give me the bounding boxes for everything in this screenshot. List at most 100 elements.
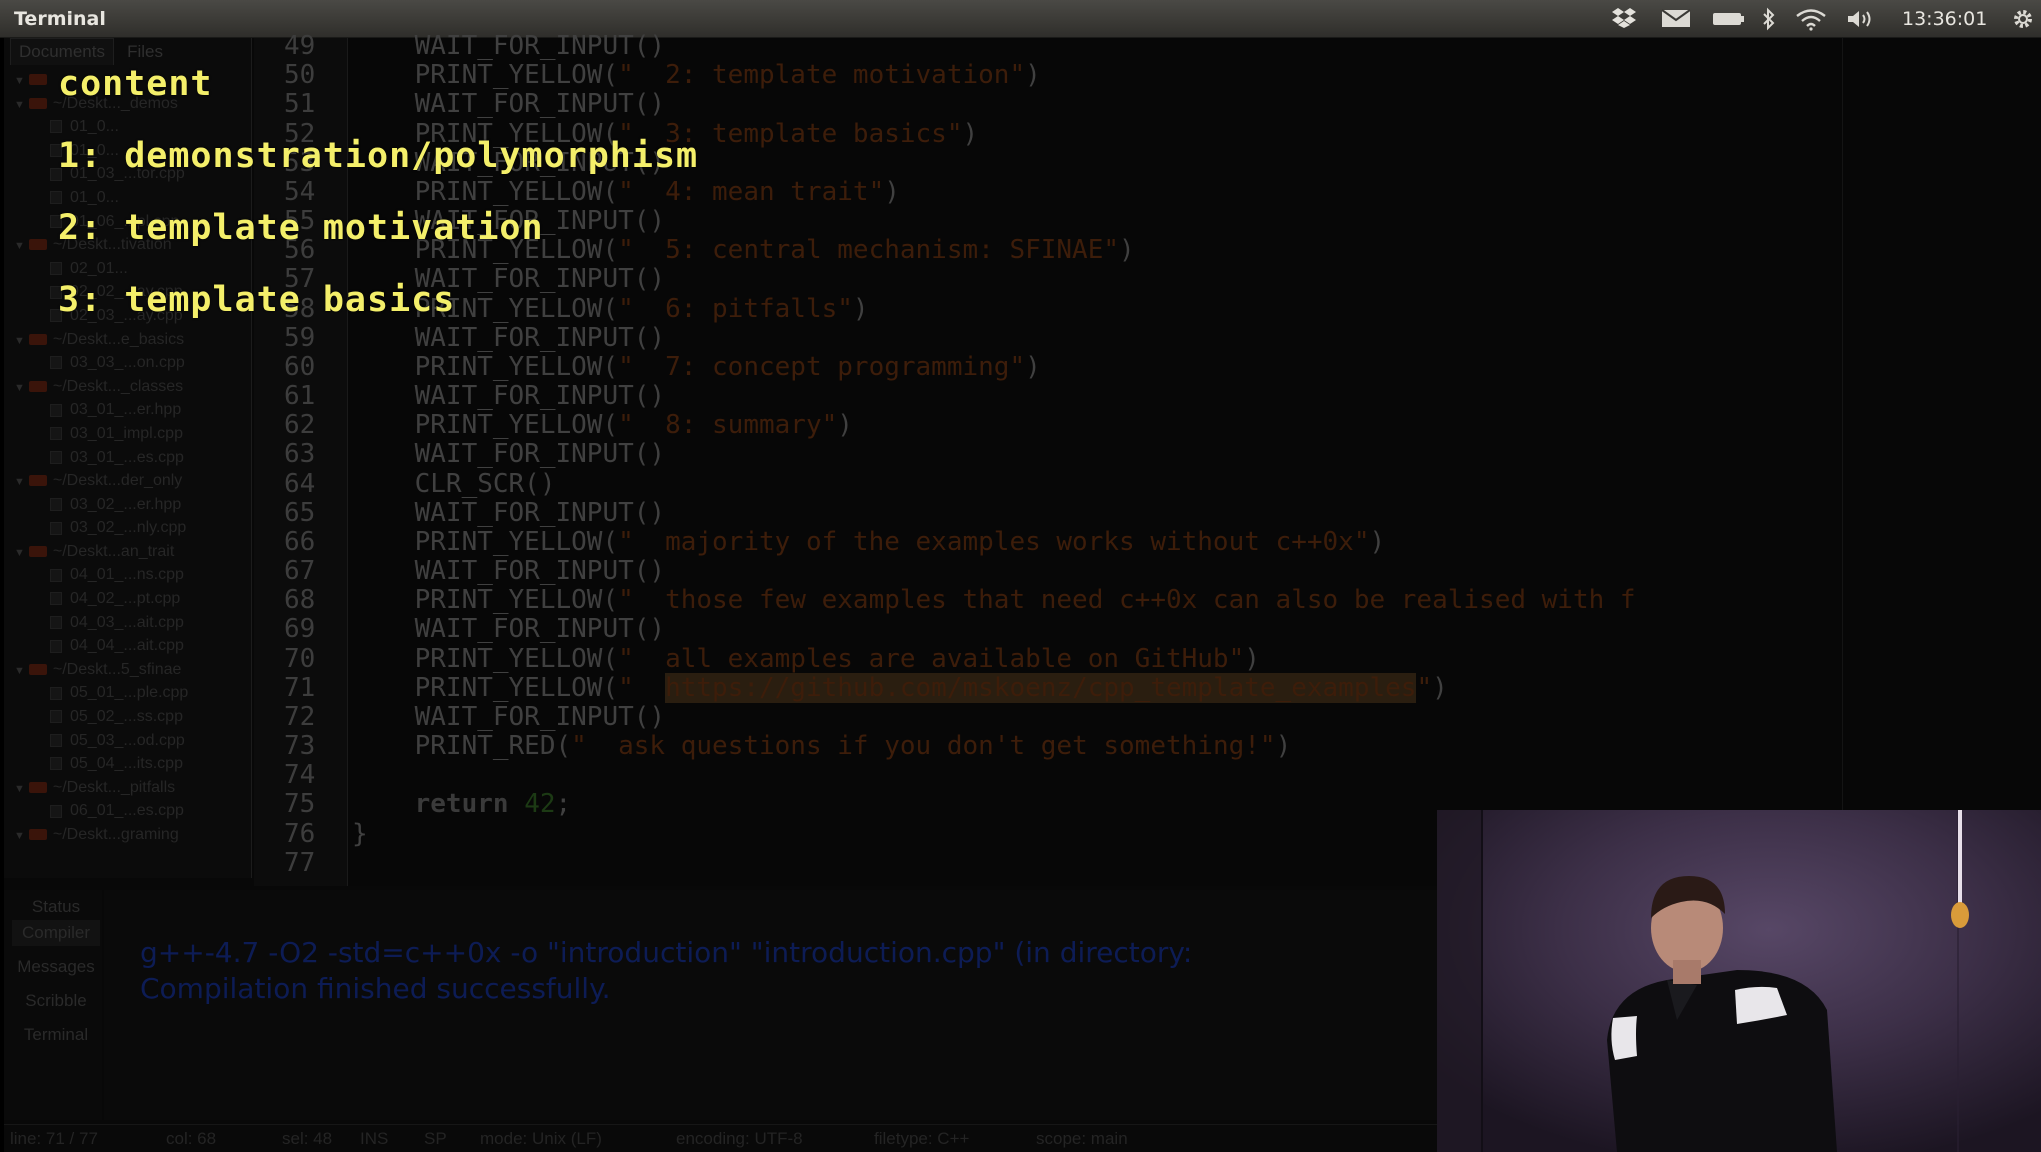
tree-file[interactable]: 03_01_...es.cpp [4,446,252,470]
code-line[interactable]: 60 PRINT_YELLOW(" 7: concept programming… [254,352,2041,382]
tree-file[interactable]: 05_01_...ple.cpp [4,681,252,705]
code-line[interactable]: 72 WAIT_FOR_INPUT() [254,702,2041,732]
code-line[interactable]: 61 WAIT_FOR_INPUT() [254,381,2041,411]
code-text: WAIT_FOR_INPUT() [352,556,665,586]
code-line[interactable]: 69 WAIT_FOR_INPUT() [254,615,2041,644]
expand-arrow-icon[interactable]: ▼ [14,665,25,677]
code-token: ) [852,293,869,324]
code-line[interactable]: 50 PRINT_YELLOW(" 2: template motivation… [254,60,2041,90]
tree-file[interactable]: 05_02_...ss.cpp [4,705,252,729]
code-line[interactable]: 57 WAIT_FOR_INPUT() [254,265,2041,294]
expand-arrow-icon[interactable]: ▼ [14,99,25,111]
code-text: WAIT_FOR_INPUT() [352,440,665,469]
tree-file[interactable]: 05_04_...its.cpp [4,752,252,776]
expand-arrow-icon[interactable]: ▼ [14,547,25,559]
code-line[interactable]: 49 WAIT_FOR_INPUT() [254,31,2041,61]
tree-file[interactable]: 03_02_...nly.cpp [4,516,252,540]
file-icon [50,615,62,629]
status-col: col: 68 [166,1129,217,1148]
tree-folder[interactable]: ▼ ~/Deskt...graming [4,823,252,847]
expand-arrow-icon[interactable]: ▼ [14,335,25,347]
expand-arrow-icon[interactable]: ▼ [14,382,25,394]
battery-icon[interactable] [1712,7,1746,31]
expand-arrow-icon[interactable]: ▼ [14,476,25,488]
code-line[interactable]: 66 PRINT_YELLOW(" majority of the exampl… [254,527,2041,557]
volume-icon[interactable] [1846,7,1880,31]
tab-documents[interactable]: Documents [10,38,114,65]
tree-folder[interactable]: ▼ ~/Deskt...der_only [4,469,252,493]
tab-messages[interactable]: Messages [12,954,100,980]
folder-icon [28,782,47,794]
code-line[interactable]: 63 WAIT_FOR_INPUT() [254,440,2041,469]
code-text: PRINT_YELLOW(" 7: concept programming") [352,352,1041,382]
code-text: WAIT_FOR_INPUT() [352,90,665,119]
tree-file[interactable]: 04_02_...pt.cpp [4,587,252,611]
tree-item-label: ~/Deskt...graming [52,826,179,843]
code-line[interactable]: 62 PRINT_YELLOW(" 8: summary") [254,411,2041,440]
tree-item-label: ~/Deskt..._pitfalls [52,778,176,796]
status-line: line: 71 / 77 [10,1129,98,1148]
file-icon [50,521,62,535]
code-line[interactable]: 54 PRINT_YELLOW(" 4: mean trait") [254,176,2041,207]
code-line[interactable]: 59 WAIT_FOR_INPUT() [254,323,2041,353]
tree-item-label: 03_01_...es.cpp [70,448,184,466]
tree-file[interactable]: 04_04_...ait.cpp [4,634,252,658]
line-number: 54 [284,176,316,207]
dropbox-icon[interactable] [1610,7,1638,31]
code-line[interactable]: 70 PRINT_YELLOW(" all examples are avail… [254,643,2041,674]
tree-file[interactable]: 03_02_...er.hpp [4,493,252,517]
folder-icon [28,475,47,487]
expand-arrow-icon[interactable]: ▼ [14,75,25,87]
code-line[interactable]: 64 CLR_SCR() [254,469,2041,499]
tree-file[interactable]: 05_03_...od.cpp [4,729,252,753]
tree-folder[interactable]: ▼ ~/Deskt..._classes [4,375,252,399]
tree-folder[interactable]: ▼ ~/Deskt...e_basics [4,328,252,352]
tree-item-label: 05_02_...ss.cpp [70,708,183,726]
tree-folder[interactable]: ▼ ~/Deskt...5_sfinae [4,658,252,682]
code-text: WAIT_FOR_INPUT() [352,381,665,411]
tab-status[interactable]: Status [12,894,100,920]
code-line[interactable]: 68 PRINT_YELLOW(" those few examples tha… [254,586,2041,615]
tree-file[interactable]: 06_01_...es.cpp [4,799,252,823]
tree-item-label: ~/Deskt...5_sfinae [52,660,182,678]
wifi-icon[interactable] [1794,7,1828,31]
mail-icon[interactable] [1660,7,1692,31]
message-window-tabs: Status Compiler Messages Scribble Termin… [4,890,102,1120]
tree-item-label: 03_02_...nly.cpp [70,519,187,537]
code-token: WAIT_FOR_INPUT() [352,439,666,470]
tab-compiler[interactable]: Compiler [12,920,100,946]
tree-file[interactable]: 04_01_...ns.cpp [4,563,252,587]
tree-item-label: 01_0... [70,188,119,206]
tab-files[interactable]: Files [119,39,171,65]
code-line[interactable]: 67 WAIT_FOR_INPUT() [254,556,2041,586]
tree-file[interactable]: 04_03_...ait.cpp [4,611,252,635]
tree-folder[interactable]: ▼ ~/Deskt...an_trait [4,540,252,564]
tree-file[interactable]: 03_01_impl.cpp [4,422,252,446]
tree-item-label: ~/Deskt...der_only [52,472,183,490]
tree-file[interactable]: 02_01... [4,257,252,281]
tree-file[interactable]: 03_03_...on.cpp [4,351,252,375]
compiler-output[interactable]: g++-4.7 -O2 -std=c++0x -o "introduction"… [104,890,1444,1120]
code-line[interactable]: 74 [254,761,2041,790]
code-line[interactable]: 51 WAIT_FOR_INPUT() [254,90,2041,119]
tree-file[interactable]: 01_0... [4,186,252,210]
line-number: 62 [284,410,316,441]
file-icon [50,450,62,464]
gear-icon[interactable] [2010,7,2036,31]
file-icon [50,191,62,205]
expand-arrow-icon[interactable]: ▼ [14,240,25,252]
tab-terminal[interactable]: Terminal [12,1022,100,1048]
file-icon [50,568,62,582]
clock[interactable]: 13:36:01 [1902,8,1987,30]
tab-scribble[interactable]: Scribble [12,988,100,1014]
tree-folder[interactable]: ▼ ~/Deskt..._pitfalls [4,776,252,800]
expand-arrow-icon[interactable]: ▼ [14,830,25,842]
code-line[interactable]: 58 PRINT_YELLOW(" 6: pitfalls") [254,293,2041,324]
code-line[interactable]: 65 WAIT_FOR_INPUT() [254,498,2041,528]
code-line[interactable]: 73 PRINT_RED(" ask questions if you don'… [254,731,2041,761]
line-number: 70 [284,643,316,674]
tree-file[interactable]: 03_01_...er.hpp [4,398,252,422]
code-line[interactable]: 71 PRINT_YELLOW(" https://github.com/msk… [254,672,2041,703]
bluetooth-icon[interactable] [1760,7,1778,31]
expand-arrow-icon[interactable]: ▼ [14,783,25,795]
